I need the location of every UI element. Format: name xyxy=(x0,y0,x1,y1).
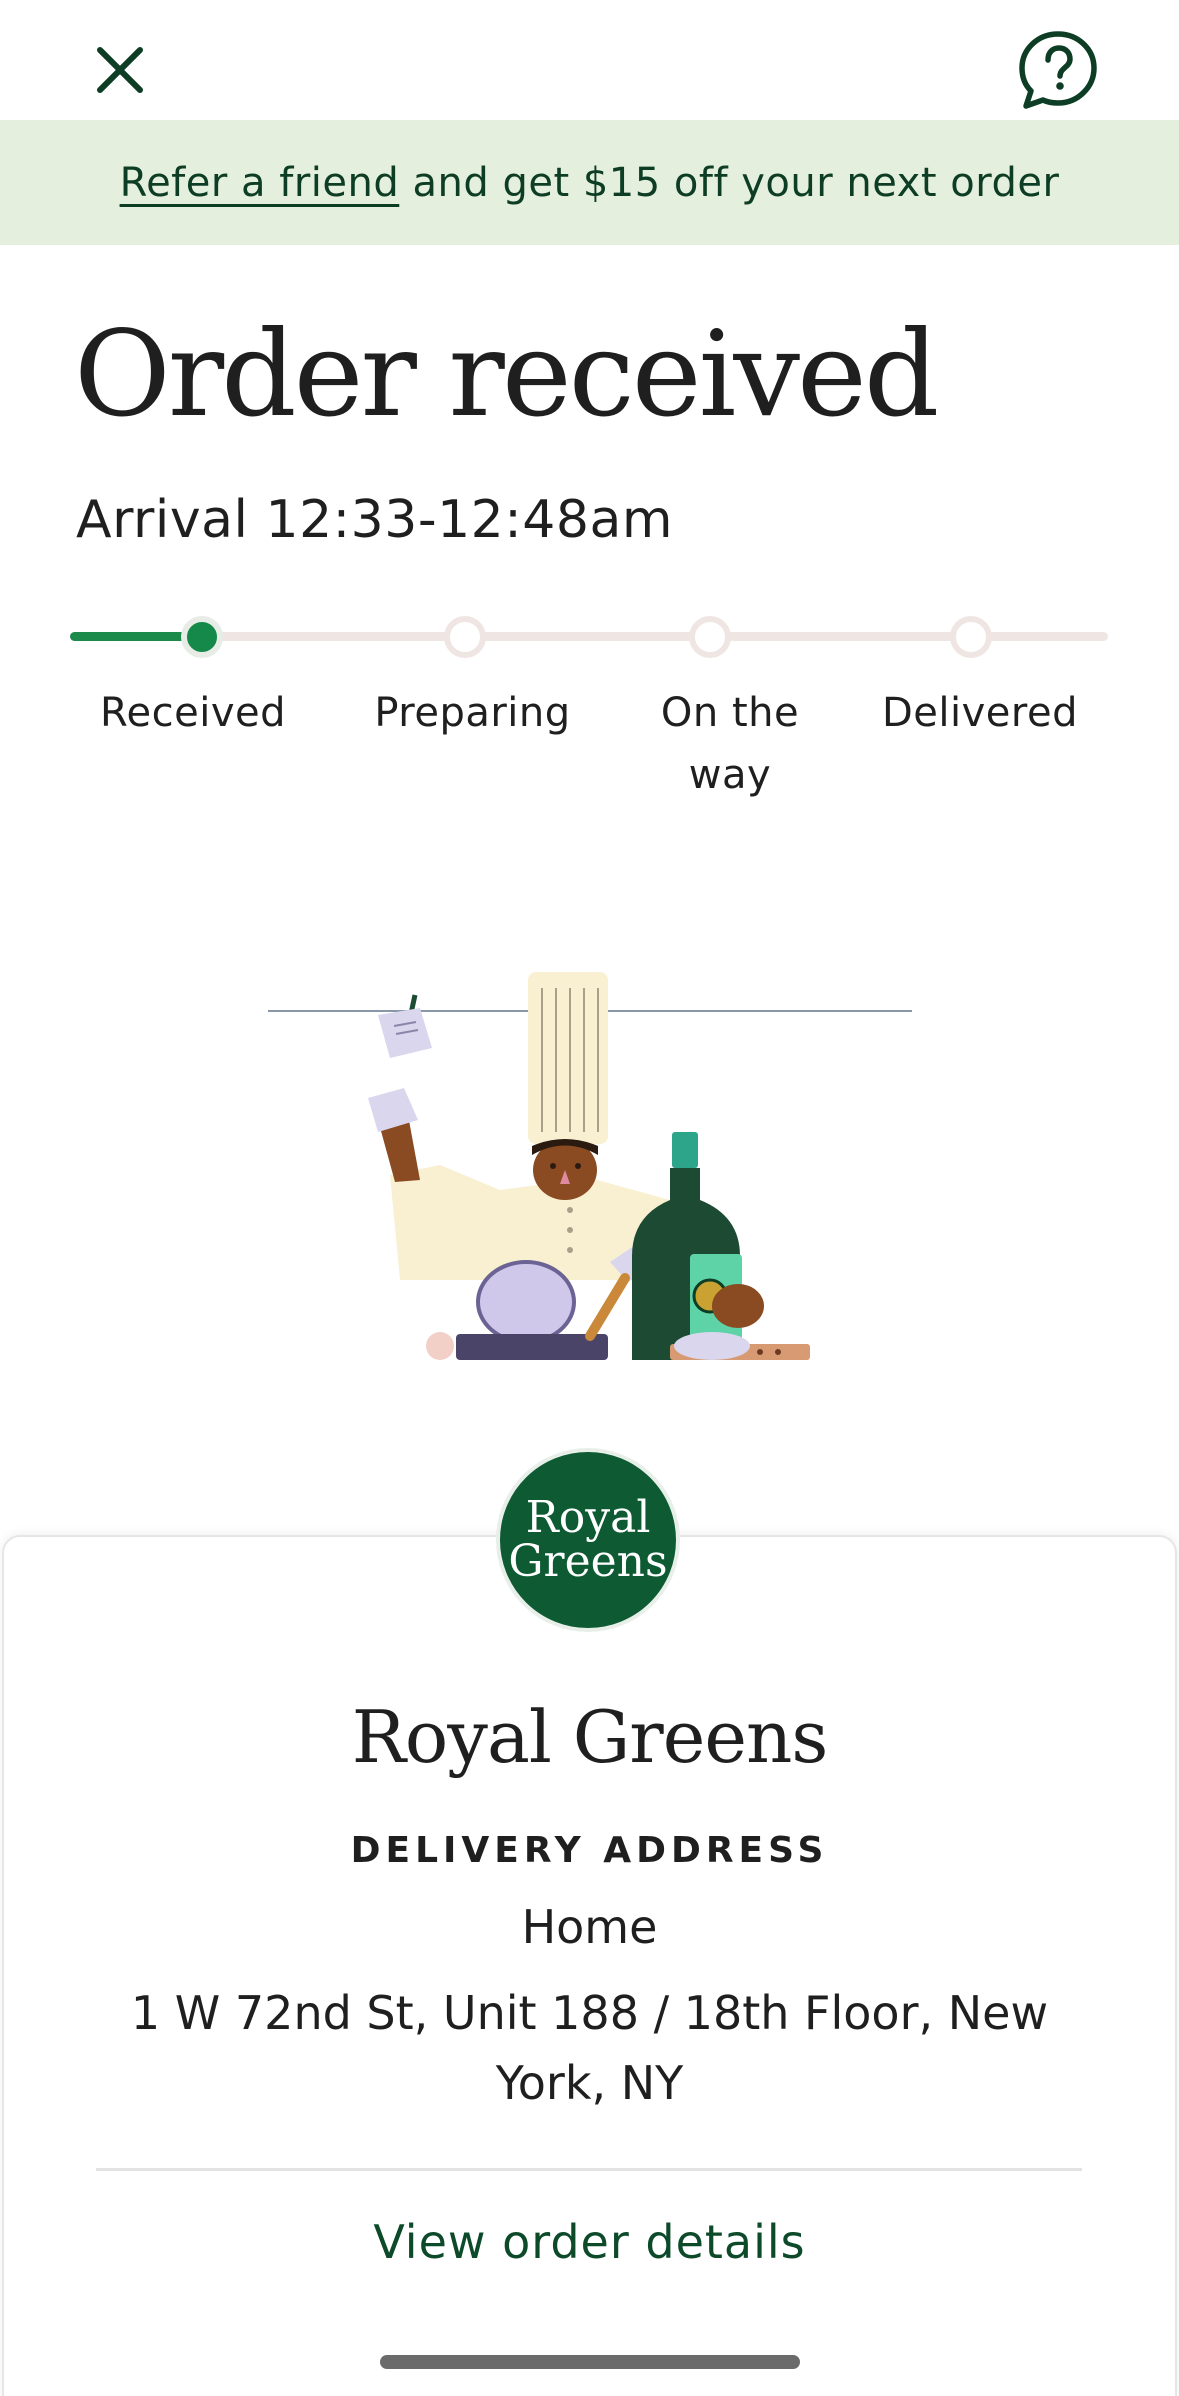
restaurant-logo-line2: Greens xyxy=(508,1536,668,1587)
delivery-address-line: 1 W 72nd St, Unit 188 / 18th Floor, New … xyxy=(130,1986,1049,2110)
view-order-details-link[interactable]: View order details xyxy=(0,2215,1179,2269)
arrival-time: Arrival 12:33-12:48am xyxy=(76,490,673,550)
divider xyxy=(96,2168,1082,2171)
close-icon[interactable] xyxy=(82,32,158,108)
home-indicator[interactable] xyxy=(380,2355,800,2369)
top-bar xyxy=(0,0,1179,120)
referral-banner-text: and get $15 off your next order xyxy=(399,159,1060,206)
page-title: Order received xyxy=(74,305,939,443)
step-label-received: Received xyxy=(100,690,286,736)
step-label-on-the-way: On the way xyxy=(660,690,800,798)
referral-banner: Refer a friend and get $15 off your next… xyxy=(0,120,1179,245)
step-node-preparing xyxy=(444,616,486,658)
order-progress-tracker: Received Preparing On the way Delivered xyxy=(0,600,1179,800)
restaurant-logo: Royal Greens xyxy=(496,1448,680,1632)
refer-friend-link[interactable]: Refer a friend xyxy=(120,160,400,206)
step-label-preparing: Preparing xyxy=(374,690,571,736)
step-node-delivered xyxy=(950,616,992,658)
step-label-delivered: Delivered xyxy=(882,690,1078,736)
restaurant-logo-line1: Royal xyxy=(525,1492,651,1543)
step-node-on-the-way xyxy=(689,616,731,658)
restaurant-name: Royal Greens xyxy=(351,1695,829,1779)
help-question-icon[interactable] xyxy=(1016,28,1100,112)
delivery-address-label: DELIVERY ADDRESS xyxy=(350,1830,829,1871)
chef-illustration xyxy=(260,960,920,1360)
delivery-address-name: Home xyxy=(521,1900,658,1954)
step-node-received xyxy=(181,616,223,658)
